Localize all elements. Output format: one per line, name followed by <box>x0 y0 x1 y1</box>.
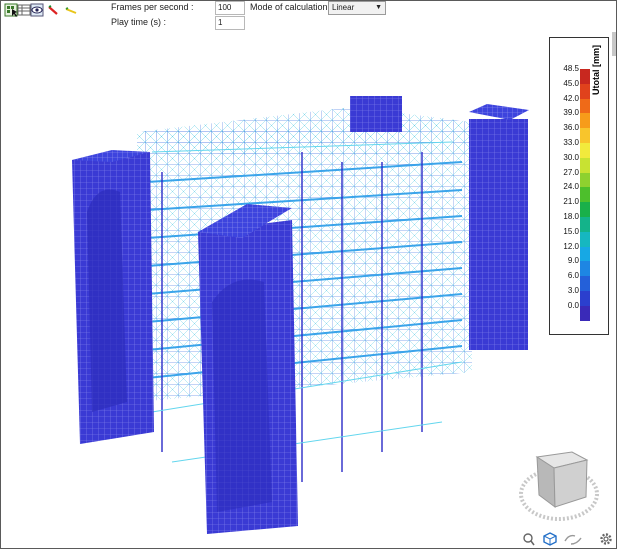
legend-swatch <box>580 187 590 203</box>
play-time-label: Play time (s) : <box>111 17 167 27</box>
legend-title: Utotal [mm] <box>591 45 601 95</box>
legend-swatch <box>580 98 590 114</box>
legend-value: 45.0 <box>563 78 579 88</box>
3d-view-icon[interactable] <box>543 532 557 546</box>
legend-value: 0.0 <box>567 300 579 310</box>
zoom-icon[interactable] <box>521 532 535 546</box>
table-view-icon[interactable] <box>17 3 31 17</box>
legend-value: 18.0 <box>563 212 579 221</box>
app-window: Frames per second : Play time (s) : Mode… <box>0 0 617 549</box>
legend-value: 24.0 <box>563 182 579 192</box>
view-cube[interactable] <box>519 451 599 521</box>
legend-swatch <box>580 261 590 277</box>
legend-value: 33.0 <box>563 138 579 147</box>
legend-swatch <box>580 128 590 143</box>
core-tower-front-left <box>72 150 154 444</box>
core-tower-back-right <box>469 104 529 350</box>
legend-swatch <box>580 143 590 158</box>
mode-of-calculation-value: Linear <box>332 3 355 12</box>
legend-value: 3.0 <box>567 286 579 295</box>
frames-per-second-label: Frames per second : <box>111 2 194 12</box>
legend-swatch <box>580 231 590 247</box>
legend-swatch <box>580 83 590 99</box>
animation-toolbar: Frames per second : Play time (s) : Mode… <box>1 1 616 31</box>
core-tower-front-center <box>198 204 298 534</box>
legend-value: 30.0 <box>563 152 579 162</box>
view-eye-icon[interactable] <box>30 3 44 17</box>
legend-value: 21.0 <box>563 197 579 207</box>
animation-select-icon[interactable] <box>4 3 18 17</box>
legend-swatch <box>580 69 590 84</box>
legend-swatch <box>580 291 590 306</box>
legend-value: 39.0 <box>563 108 579 118</box>
legend-swatch <box>580 202 590 217</box>
building-frame <box>137 107 472 482</box>
pen-yellow-icon[interactable] <box>64 3 78 17</box>
legend-value: 15.0 <box>563 226 579 236</box>
mode-of-calculation-label: Mode of calculation : <box>250 2 333 12</box>
legend-value: 36.0 <box>563 123 579 133</box>
mode-of-calculation-select[interactable]: Linear ▼ <box>328 1 386 15</box>
legend-swatch <box>580 113 590 129</box>
legend-value: 6.0 <box>567 271 579 281</box>
legend-value: 42.0 <box>563 93 579 103</box>
legend-swatch <box>580 305 590 321</box>
legend-value: 27.0 <box>563 167 579 177</box>
legend-value: 12.0 <box>563 241 579 251</box>
legend-swatch <box>580 172 590 188</box>
play-time-input[interactable] <box>215 16 245 30</box>
legend-value: 9.0 <box>567 256 579 266</box>
core-tower-back-center <box>350 96 402 132</box>
3d-viewport[interactable] <box>2 32 616 548</box>
legend-swatch <box>580 157 590 173</box>
displacement-legend: Utotal [mm] 48.5 45.0 42.0 39.0 36.0 33.0 30.0… <box>549 37 609 335</box>
legend-swatch <box>580 276 590 291</box>
pen-red-icon[interactable] <box>47 3 61 17</box>
chevron-down-icon: ▼ <box>375 4 382 11</box>
rotate-view-icon[interactable] <box>563 532 583 546</box>
legend-value: 48.5 <box>563 64 579 73</box>
legend-swatch <box>580 246 590 262</box>
legend-swatch <box>580 217 590 232</box>
scrollbar[interactable] <box>612 32 616 56</box>
frames-per-second-input[interactable] <box>215 1 245 15</box>
gear-icon[interactable] <box>599 532 613 546</box>
